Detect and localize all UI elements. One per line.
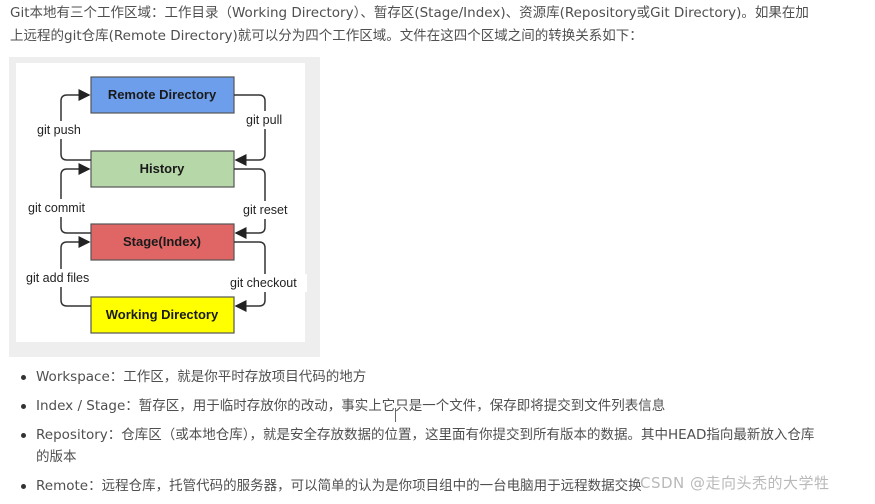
csdn-watermark: CSDN @走向头秃的大学牲 <box>640 474 830 492</box>
list-item-repository: Repository：仓库区（或本地仓库），就是安全存放数据的位置，这里面有你提… <box>18 424 816 468</box>
box-label-stage: Stage(Index) <box>123 234 201 249</box>
intro-line-1: Git本地有三个工作区域：工作目录（Working Directory）、暂存区… <box>10 5 809 21</box>
label-git-checkout: git checkout <box>230 276 297 290</box>
intro-line-2: 上远程的git仓库(Remote Directory)就可以分为四个工作区域。文… <box>10 28 643 44</box>
list-item-index-stage: Index / Stage：暂存区，用于临时存放你的改动，事实上它只是一个文件，… <box>18 395 858 417</box>
git-workflow-diagram: Remote Directory History Stage(Index) Wo… <box>23 76 307 334</box>
label-git-push: git push <box>37 123 81 137</box>
label-git-add-files: git add files <box>26 271 89 285</box>
label-git-commit: git commit <box>28 201 85 215</box>
list-item-workspace: Workspace：工作区，就是你平时存放项目代码的地方 <box>18 366 858 388</box>
box-label-working: Working Directory <box>106 307 219 322</box>
label-git-pull: git pull <box>246 113 282 127</box>
git-workflow-figure: Remote Directory History Stage(Index) Wo… <box>9 57 320 357</box>
text-cursor-icon <box>395 408 396 422</box>
box-label-remote: Remote Directory <box>108 87 217 102</box>
box-label-history: History <box>140 161 186 176</box>
intro-paragraph: Git本地有三个工作区域：工作目录（Working Directory）、暂存区… <box>10 2 870 48</box>
label-git-reset: git reset <box>243 203 288 217</box>
